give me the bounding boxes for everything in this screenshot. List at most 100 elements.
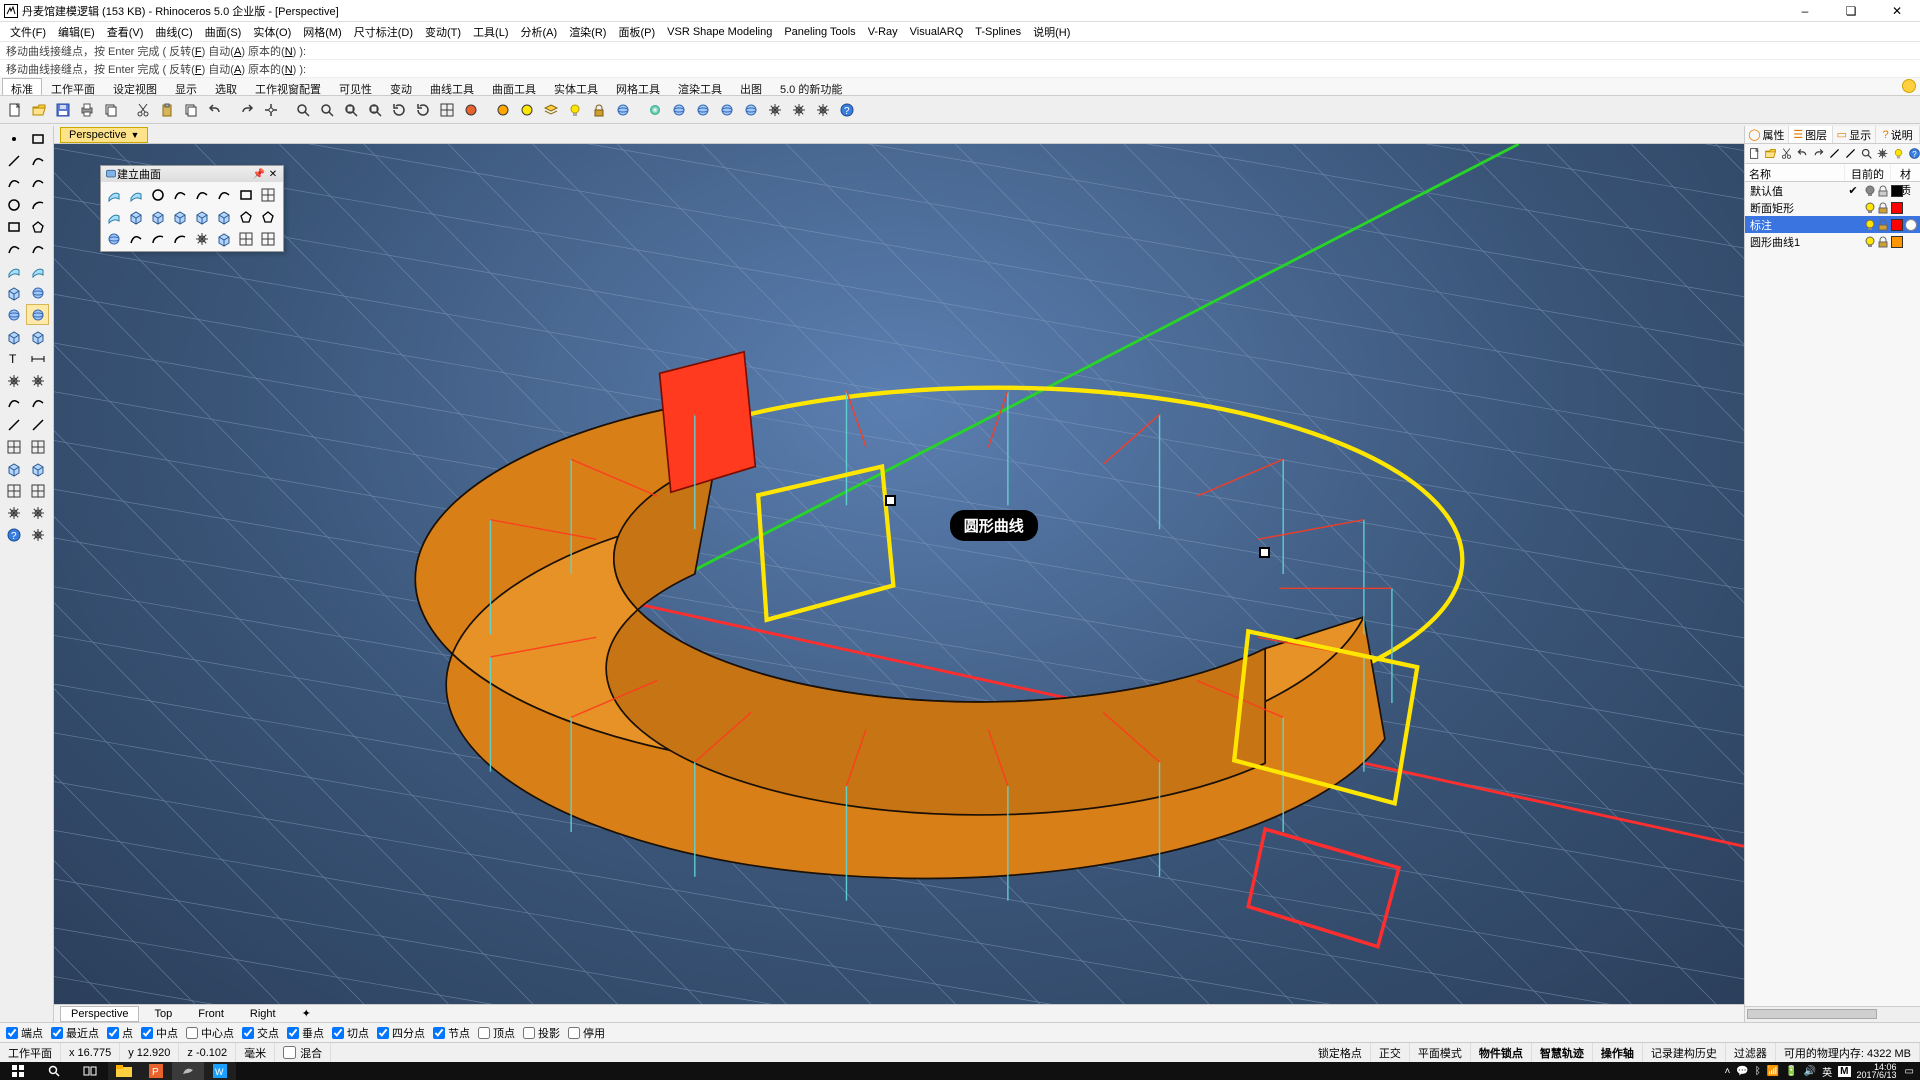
- layer-color-swatch[interactable]: [1891, 185, 1903, 197]
- layer-current-check[interactable]: ✔: [1844, 184, 1862, 197]
- toolbar-button[interactable]: [132, 99, 154, 121]
- column-name[interactable]: 名称: [1745, 164, 1844, 181]
- toolbar-button[interactable]: [612, 99, 634, 121]
- palette-button[interactable]: [169, 228, 190, 249]
- layer-tool-button[interactable]: [1796, 147, 1809, 161]
- toolbar-button[interactable]: [588, 99, 610, 121]
- lock-icon[interactable]: [1877, 219, 1889, 231]
- toolbar-button[interactable]: [492, 99, 514, 121]
- toolbar-tab[interactable]: 出图: [731, 78, 771, 95]
- toolbar-tab[interactable]: 选取: [206, 78, 246, 95]
- layer-row[interactable]: 标注: [1745, 216, 1920, 233]
- tool-button[interactable]: [2, 414, 25, 435]
- palette-button[interactable]: [191, 184, 212, 205]
- menu-item[interactable]: 网格(M): [297, 22, 348, 42]
- view-tab[interactable]: Front: [187, 1006, 235, 1022]
- toolbar-button[interactable]: [236, 99, 258, 121]
- menu-item[interactable]: Paneling Tools: [778, 24, 861, 40]
- tool-button[interactable]: [26, 128, 49, 149]
- layer-list[interactable]: 默认值✔断面矩形标注圆形曲线1: [1745, 182, 1920, 1006]
- toolbar-tab[interactable]: 实体工具: [545, 78, 607, 95]
- palette-button[interactable]: [191, 206, 212, 227]
- tray-clock[interactable]: 14:06 2017/6/13: [1857, 1063, 1899, 1079]
- bulb-icon[interactable]: [1864, 219, 1876, 231]
- view-tab[interactable]: Perspective: [60, 1006, 139, 1022]
- osnap-checkbox[interactable]: [523, 1027, 535, 1039]
- tool-button[interactable]: [2, 128, 25, 149]
- view-tab[interactable]: Top: [143, 1006, 183, 1022]
- palette-button[interactable]: [257, 206, 278, 227]
- osnap-option[interactable]: 中点: [141, 1025, 178, 1041]
- tool-button[interactable]: [26, 392, 49, 413]
- menu-item[interactable]: 尺寸标注(D): [348, 22, 419, 42]
- layer-color-swatch[interactable]: [1891, 202, 1903, 214]
- viewport-perspective[interactable]: 圆形曲线 z y x: [54, 144, 1744, 1004]
- close-button[interactable]: ✕: [1874, 0, 1920, 22]
- toolbar-tab[interactable]: 5.0 的新功能: [771, 78, 851, 95]
- menu-item[interactable]: 曲线(C): [149, 22, 198, 42]
- tool-button[interactable]: [26, 172, 49, 193]
- tool-button[interactable]: [2, 194, 25, 215]
- osnap-checkbox[interactable]: [141, 1027, 153, 1039]
- osnap-option[interactable]: 端点: [6, 1025, 43, 1041]
- osnap-option[interactable]: 停用: [568, 1025, 605, 1041]
- toolbar-tab[interactable]: 变动: [381, 78, 421, 95]
- tool-button[interactable]: [2, 172, 25, 193]
- layer-material-dot[interactable]: [1905, 202, 1917, 214]
- menu-item[interactable]: 编辑(E): [52, 22, 101, 42]
- tool-button[interactable]: [2, 458, 25, 479]
- right-tab[interactable]: ?说明: [1876, 126, 1920, 143]
- palette-button[interactable]: [235, 184, 256, 205]
- bulb-icon[interactable]: [1864, 185, 1876, 197]
- toolbar-button[interactable]: [460, 99, 482, 121]
- tool-button[interactable]: [2, 326, 25, 347]
- layer-material-dot[interactable]: [1905, 236, 1917, 248]
- tool-button[interactable]: [2, 304, 25, 325]
- toolbar-button[interactable]: [788, 99, 810, 121]
- status-toggle[interactable]: 智慧轨迹: [1532, 1043, 1593, 1062]
- column-material[interactable]: 材质: [1890, 164, 1920, 181]
- seam-handle[interactable]: [885, 495, 896, 506]
- menu-item[interactable]: 文件(F): [4, 22, 52, 42]
- floating-toolbar-surface[interactable]: 建立曲面 📌 ✕: [100, 165, 284, 252]
- tray-bluetooth-icon[interactable]: ᛒ: [1755, 1066, 1761, 1077]
- bulb-icon[interactable]: [1864, 202, 1876, 214]
- layer-tool-button[interactable]: [1860, 147, 1873, 161]
- toolbar-button[interactable]: [516, 99, 538, 121]
- tool-button[interactable]: [26, 436, 49, 457]
- palette-button[interactable]: [213, 184, 234, 205]
- toolbar-button[interactable]: [540, 99, 562, 121]
- osnap-checkbox[interactable]: [6, 1027, 18, 1039]
- right-tab[interactable]: ▭显示: [1833, 126, 1877, 143]
- tool-button[interactable]: [2, 150, 25, 171]
- view-tab[interactable]: Right: [239, 1006, 287, 1022]
- osnap-option[interactable]: 垂点: [287, 1025, 324, 1041]
- toolbar-button[interactable]: [812, 99, 834, 121]
- layer-tool-button[interactable]: [1748, 147, 1761, 161]
- osnap-checkbox[interactable]: [242, 1027, 254, 1039]
- status-toggle[interactable]: 正交: [1371, 1043, 1410, 1062]
- toolbar-tab[interactable]: 工作平面: [42, 78, 104, 95]
- tool-button[interactable]: [26, 370, 49, 391]
- palette-button[interactable]: [213, 228, 234, 249]
- tool-button[interactable]: [2, 370, 25, 391]
- toolbar-button[interactable]: [292, 99, 314, 121]
- toolbar-button[interactable]: [156, 99, 178, 121]
- toolbar-tab[interactable]: 可见性: [330, 78, 381, 95]
- tool-button[interactable]: [26, 260, 49, 281]
- toolbar-button[interactable]: [364, 99, 386, 121]
- command-input[interactable]: [306, 63, 1914, 75]
- layer-color-swatch[interactable]: [1891, 236, 1903, 248]
- seam-handle[interactable]: [1259, 547, 1270, 558]
- layer-hscrollbar[interactable]: [1745, 1006, 1920, 1022]
- menu-item[interactable]: 面板(P): [612, 22, 661, 42]
- toolbar-button[interactable]: [716, 99, 738, 121]
- status-toggle[interactable]: 物件锁点: [1471, 1043, 1532, 1062]
- tool-button[interactable]: [2, 392, 25, 413]
- osnap-checkbox[interactable]: [51, 1027, 63, 1039]
- start-button[interactable]: [0, 1062, 36, 1080]
- osnap-checkbox[interactable]: [186, 1027, 198, 1039]
- toolbar-button[interactable]: [204, 99, 226, 121]
- osnap-option[interactable]: 顶点: [478, 1025, 515, 1041]
- toolbar-button[interactable]: [260, 99, 282, 121]
